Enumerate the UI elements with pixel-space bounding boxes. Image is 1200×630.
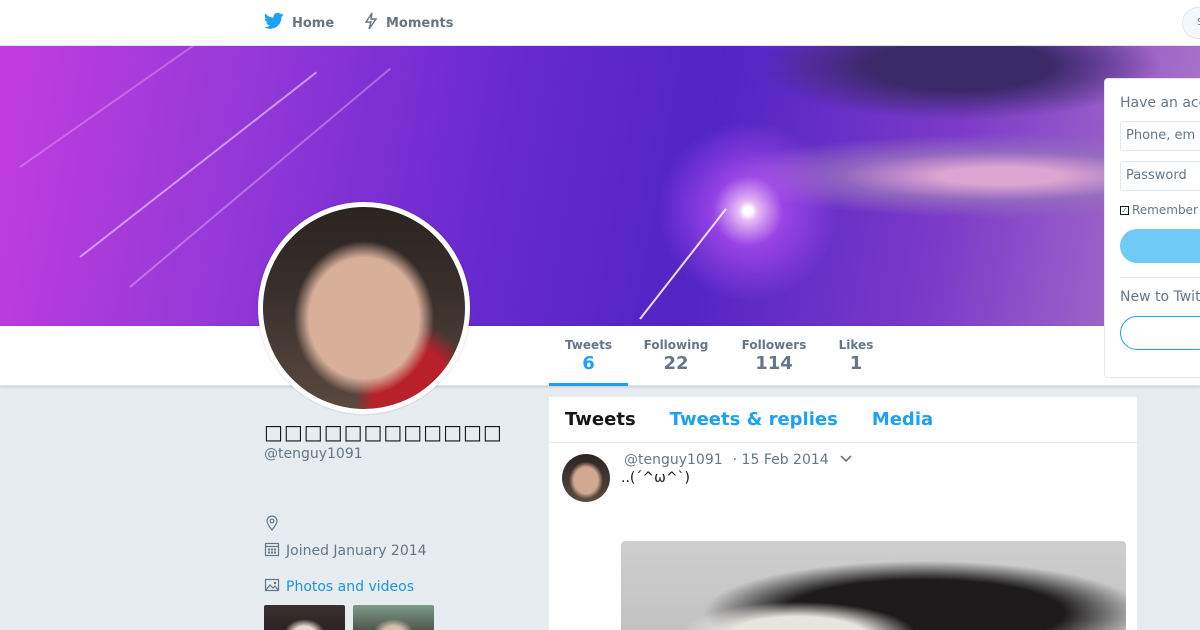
stat-label: Tweets [564, 338, 613, 352]
profile-avatar[interactable] [258, 202, 470, 414]
tab-tweets[interactable]: Tweets [565, 409, 636, 430]
photos-videos-label: Photos and videos [286, 579, 415, 595]
avatar-image [263, 207, 465, 409]
stat-likes[interactable]: Likes 1 [834, 326, 878, 386]
joined-row: Joined January 2014 [264, 541, 427, 561]
tab-media[interactable]: Media [872, 409, 933, 430]
stat-followers[interactable]: Followers 114 [738, 326, 810, 386]
login-card: Have an acc Phone, em Password ✓ Remembe… [1104, 78, 1200, 378]
tab-tweets-replies[interactable]: Tweets & replies [670, 409, 838, 430]
remember-checkbox[interactable]: ✓ [1120, 205, 1129, 215]
login-title: Have an acc [1120, 95, 1200, 111]
tweet-media-image[interactable] [621, 541, 1126, 630]
password-input[interactable]: Password [1120, 161, 1200, 191]
phone-email-input[interactable]: Phone, em [1120, 121, 1200, 151]
tweet-avatar[interactable] [562, 454, 610, 502]
timeline: Tweets Tweets & replies Media @tenguy109… [549, 397, 1137, 630]
profile-banner [0, 46, 1200, 326]
joined-date: Joined January 2014 [286, 543, 427, 559]
profile-stats-bar: Tweets 6 Following 22 Followers 114 Like… [0, 326, 1200, 386]
stat-label: Followers [741, 338, 807, 352]
stat-value: 1 [849, 353, 863, 374]
tweet-text: ..(´^ω^`) [621, 470, 691, 486]
nav-moments-link[interactable]: Moments [364, 0, 453, 46]
location-row [264, 515, 280, 535]
login-button[interactable] [1120, 229, 1200, 263]
profile-name[interactable]: □□□□□□□□□□□□ [264, 420, 534, 444]
stat-label: Following [643, 338, 709, 352]
tweet-header: @tenguy1091 · 15 Feb 2014 [624, 452, 853, 468]
banner-streak [19, 46, 201, 168]
chevron-down-icon[interactable] [839, 452, 853, 468]
image-icon [264, 577, 280, 597]
calendar-icon [264, 541, 280, 561]
nav-home-link[interactable]: Home [263, 0, 335, 46]
timeline-tabs: Tweets Tweets & replies Media [549, 397, 1137, 443]
search-input[interactable]: S [1182, 7, 1200, 39]
lightning-icon [364, 12, 378, 34]
profile-header-card: □□□□□□□□□□□□ @tenguy1091 [264, 420, 534, 462]
stat-following[interactable]: Following 22 [640, 326, 712, 386]
tweet-handle[interactable]: @tenguy1091 [624, 452, 723, 468]
photos-videos-link[interactable]: Photos and videos [264, 577, 414, 597]
new-to-twitter-text: New to Twitt [1120, 289, 1200, 305]
top-navigation: Home Moments S [0, 0, 1200, 46]
stat-value: 22 [663, 353, 689, 374]
location-icon [264, 515, 280, 535]
media-thumbnail[interactable] [264, 605, 345, 630]
stat-tweets[interactable]: Tweets 6 [549, 326, 628, 386]
media-thumbnail[interactable] [353, 605, 434, 630]
stat-value: 114 [755, 353, 793, 374]
nav-moments-label: Moments [386, 15, 454, 31]
tweet-date[interactable]: · 15 Feb 2014 [733, 452, 829, 468]
banner-streak [639, 208, 727, 320]
profile-handle[interactable]: @tenguy1091 [264, 446, 534, 462]
divider [1120, 277, 1200, 278]
twitter-bird-icon [263, 12, 284, 34]
remember-label: Remember [1132, 203, 1198, 217]
signup-button[interactable] [1120, 316, 1200, 350]
remember-me-row[interactable]: ✓ Remember [1120, 203, 1200, 217]
nav-home-label: Home [292, 15, 335, 31]
stat-value: 6 [582, 353, 595, 374]
stat-label: Likes [838, 338, 874, 352]
